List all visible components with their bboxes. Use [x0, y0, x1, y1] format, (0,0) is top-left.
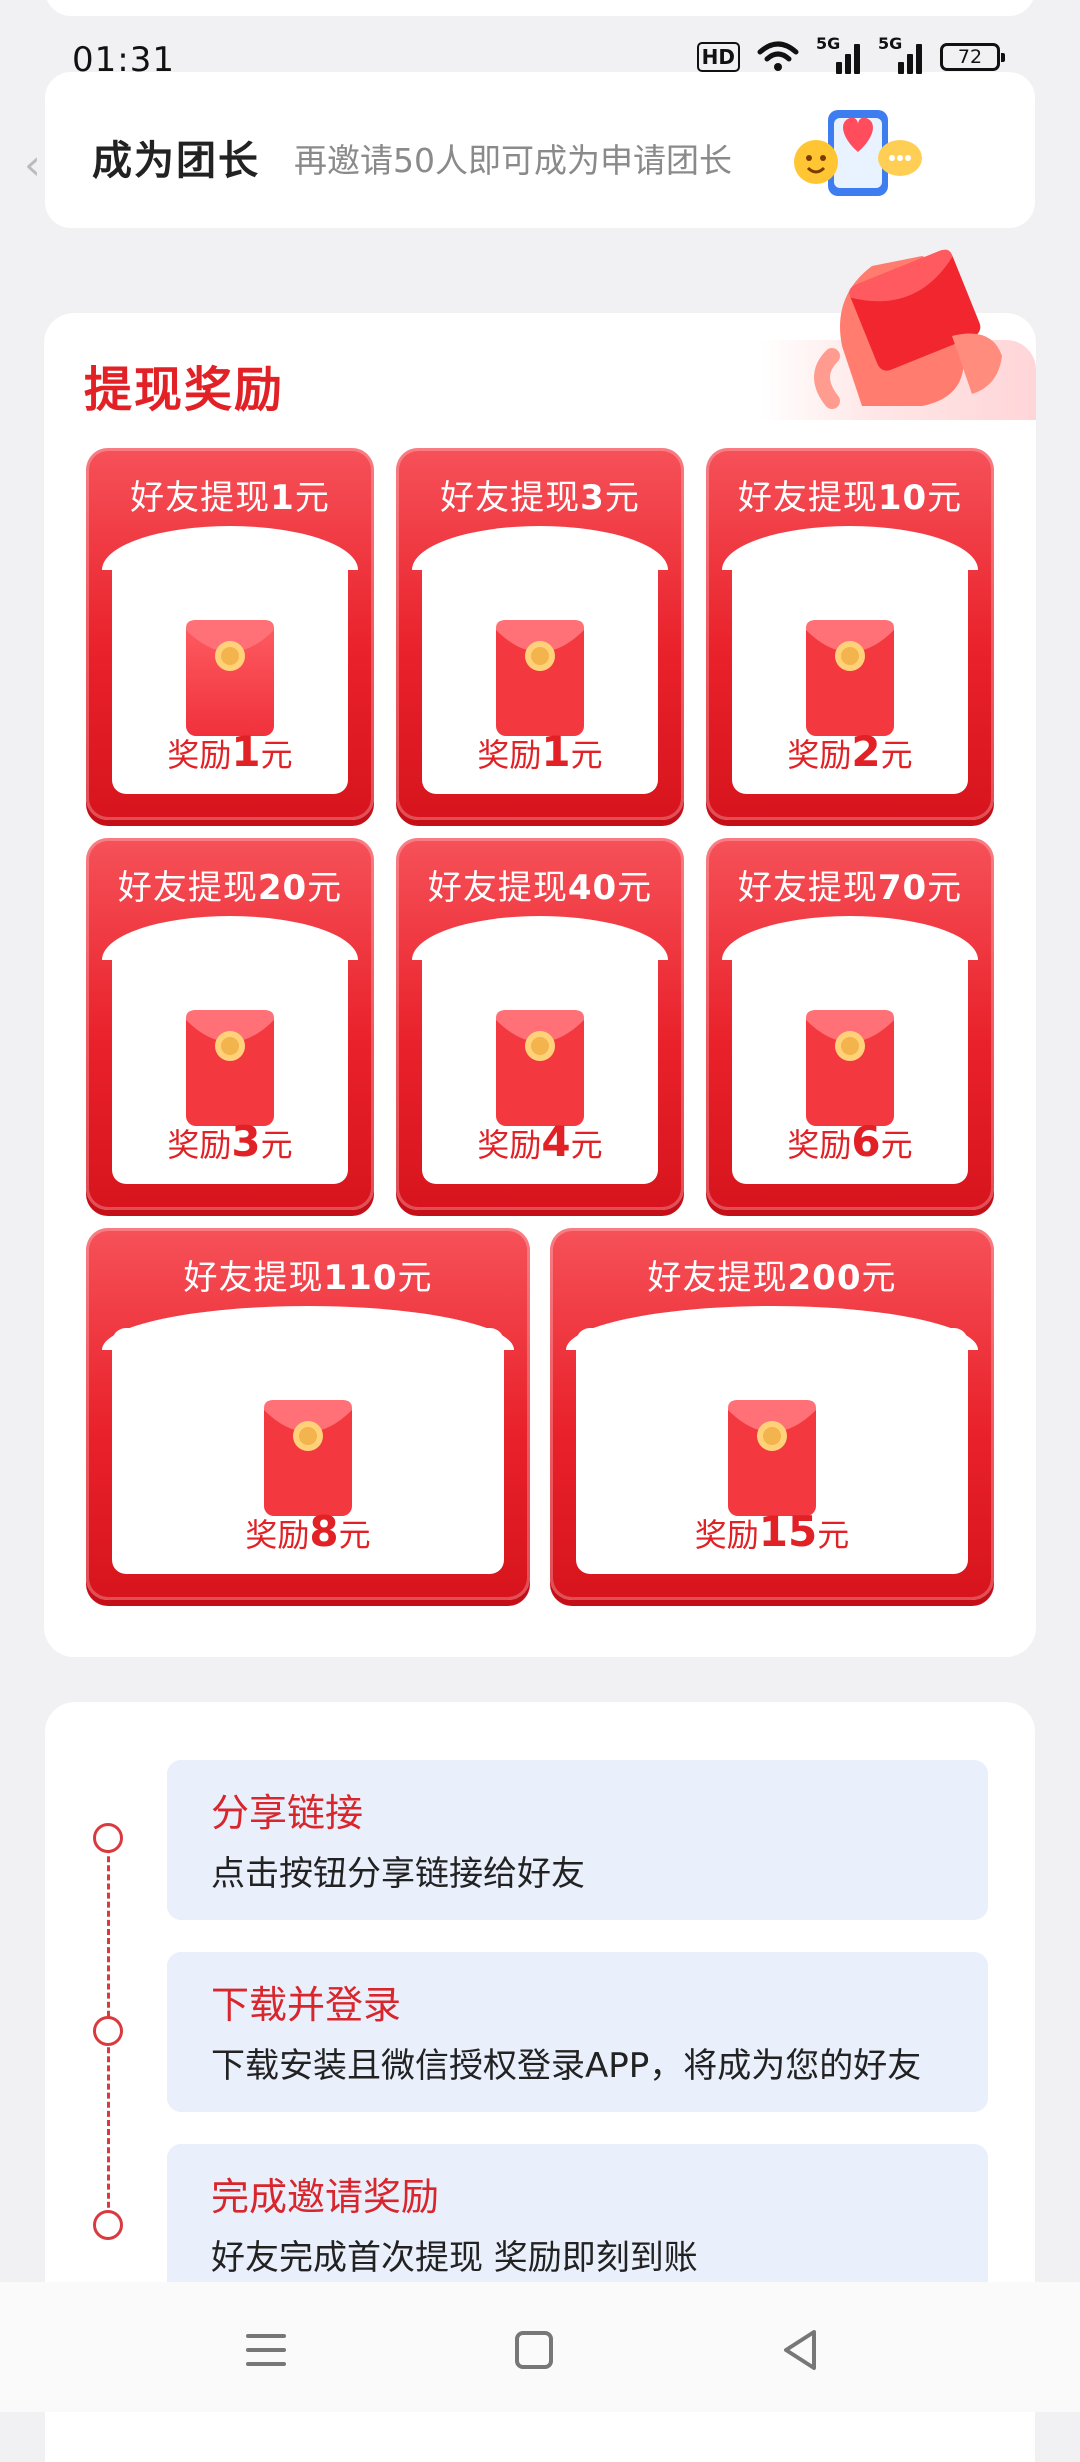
tile-title: 好友提现40元 — [427, 868, 653, 908]
red-envelope-icon — [496, 1010, 584, 1126]
timeline-dot — [93, 2210, 123, 2240]
menu-icon[interactable] — [236, 2320, 296, 2380]
signal-5g-icon-2: 5G — [878, 34, 924, 74]
hand-red-packet-icon — [814, 249, 1002, 409]
step-title: 分享链接 — [211, 1791, 364, 1835]
reward-tile[interactable]: 好友提现110元 奖励8元 — [86, 1228, 530, 1600]
tile-title: 好友提现70元 — [737, 868, 963, 908]
tile-reward: 奖励1元 — [477, 727, 603, 776]
tile-title: 好友提现3元 — [440, 478, 640, 518]
chat-heart-illustration-icon — [794, 110, 922, 196]
tile-title: 好友提现20元 — [117, 868, 343, 908]
signal-5g-icon: 5G — [816, 34, 862, 74]
red-envelope-icon — [496, 620, 584, 736]
red-envelope-icon — [264, 1400, 352, 1516]
tile-reward: 奖励15元 — [694, 1507, 850, 1556]
timeline-dot — [93, 1823, 123, 1853]
section-title: 提现奖励 — [84, 362, 285, 418]
tile-title: 好友提现200元 — [647, 1258, 897, 1298]
tile-reward: 奖励6元 — [787, 1117, 913, 1166]
leader-title: 成为团长 — [92, 138, 260, 184]
tile-title: 好友提现10元 — [737, 478, 963, 518]
tile-title: 好友提现110元 — [183, 1258, 433, 1298]
red-envelope-icon — [186, 620, 274, 736]
top-card-fragment — [45, 0, 1035, 16]
reward-tile[interactable]: 好友提现70元 奖励6元 — [706, 838, 994, 1210]
step-desc: 点击按钮分享链接给好友 — [211, 1854, 585, 1894]
battery-icon: 72 — [940, 43, 1005, 71]
step-desc: 好友完成首次提现 奖励即刻到账 — [211, 2238, 698, 2278]
back-triangle-icon[interactable] — [770, 2320, 830, 2380]
tile-reward: 奖励4元 — [477, 1117, 603, 1166]
reward-tile[interactable]: 好友提现40元 奖励4元 — [396, 838, 684, 1210]
step-desc: 下载安装且微信授权登录APP，将成为您的好友 — [211, 2046, 922, 2086]
status-time: 01:31 — [72, 40, 175, 80]
tile-reward: 奖励2元 — [787, 727, 913, 776]
reward-tile[interactable]: 好友提现1元 奖励1元 — [86, 448, 374, 820]
wifi-icon — [757, 41, 799, 71]
red-envelope-icon — [806, 1010, 894, 1126]
back-chevron-icon[interactable]: ‹ — [24, 140, 41, 189]
reward-tile[interactable]: 好友提现200元 奖励15元 — [550, 1228, 994, 1600]
step-title: 完成邀请奖励 — [211, 2175, 440, 2219]
tile-reward: 奖励3元 — [167, 1117, 293, 1166]
reward-tile[interactable]: 好友提现3元 奖励1元 — [396, 448, 684, 820]
step-complete-reward: 完成邀请奖励 好友完成首次提现 奖励即刻到账 — [167, 2144, 988, 2304]
system-nav-bar — [0, 2282, 1080, 2412]
home-square-icon[interactable] — [504, 2320, 564, 2380]
step-share-link: 分享链接 点击按钮分享链接给好友 — [167, 1760, 988, 1920]
timeline-dot — [93, 2016, 123, 2046]
red-envelope-icon — [806, 620, 894, 736]
step-download-login: 下载并登录 下载安装且微信授权登录APP，将成为您的好友 — [167, 1952, 988, 2112]
reward-tile[interactable]: 好友提现20元 奖励3元 — [86, 838, 374, 1210]
leader-subtitle: 再邀请50人即可成为申请团长 — [294, 141, 732, 180]
status-bar: 01:31 HD 5G 5G 72 — [0, 30, 1080, 94]
reward-tile[interactable]: 好友提现10元 奖励2元 — [706, 448, 994, 820]
tile-title: 好友提现1元 — [130, 478, 330, 518]
red-envelope-icon — [186, 1010, 274, 1126]
tile-reward: 奖励8元 — [245, 1507, 371, 1556]
red-envelope-icon — [728, 1400, 816, 1516]
hd-icon: HD — [696, 42, 740, 72]
step-title: 下载并登录 — [211, 1983, 402, 2027]
tile-reward: 奖励1元 — [167, 727, 293, 776]
